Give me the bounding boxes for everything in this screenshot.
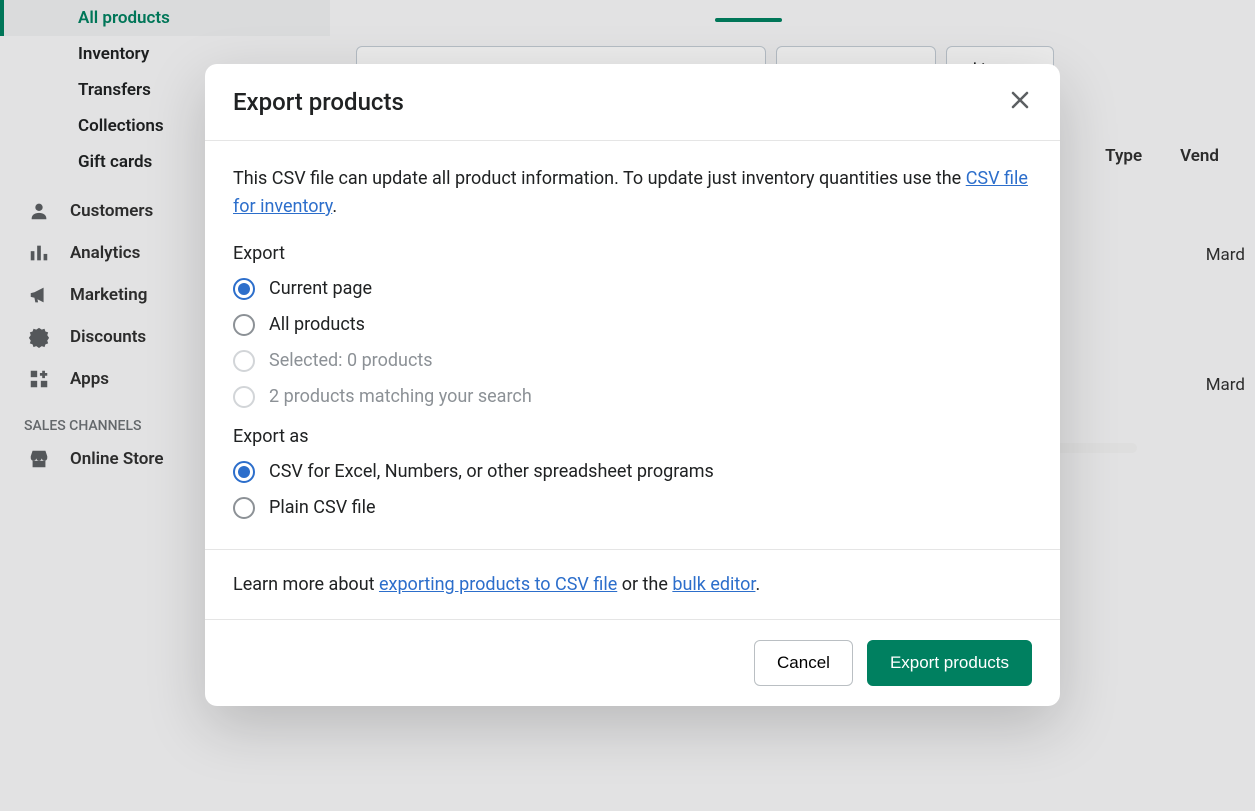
- radio-icon: [233, 497, 255, 519]
- cancel-button[interactable]: Cancel: [754, 640, 853, 686]
- radio-icon: [233, 350, 255, 372]
- export-products-modal: Export products This CSV file can update…: [205, 64, 1060, 706]
- export-option-matching-search: 2 products matching your search: [233, 386, 1032, 408]
- radio-icon: [233, 461, 255, 483]
- export-scope-label: Export: [233, 243, 1032, 264]
- radio-icon: [233, 386, 255, 408]
- radio-icon: [233, 314, 255, 336]
- export-option-current-page[interactable]: Current page: [233, 278, 1032, 300]
- export-option-all-products[interactable]: All products: [233, 314, 1032, 336]
- modal-title: Export products: [233, 88, 404, 116]
- modal-intro: This CSV file can update all product inf…: [233, 165, 1032, 221]
- radio-icon: [233, 278, 255, 300]
- export-option-selected: Selected: 0 products: [233, 350, 1032, 372]
- modal-learn-more: Learn more about exporting products to C…: [205, 549, 1060, 619]
- close-icon: [1008, 97, 1032, 116]
- close-button[interactable]: [1008, 88, 1032, 116]
- exporting-csv-link[interactable]: exporting products to CSV file: [379, 574, 617, 595]
- export-as-option-plain[interactable]: Plain CSV file: [233, 497, 1032, 519]
- export-as-label: Export as: [233, 426, 1032, 447]
- bulk-editor-link[interactable]: bulk editor: [672, 574, 755, 595]
- export-as-option-excel[interactable]: CSV for Excel, Numbers, or other spreads…: [233, 461, 1032, 483]
- export-products-button[interactable]: Export products: [867, 640, 1032, 686]
